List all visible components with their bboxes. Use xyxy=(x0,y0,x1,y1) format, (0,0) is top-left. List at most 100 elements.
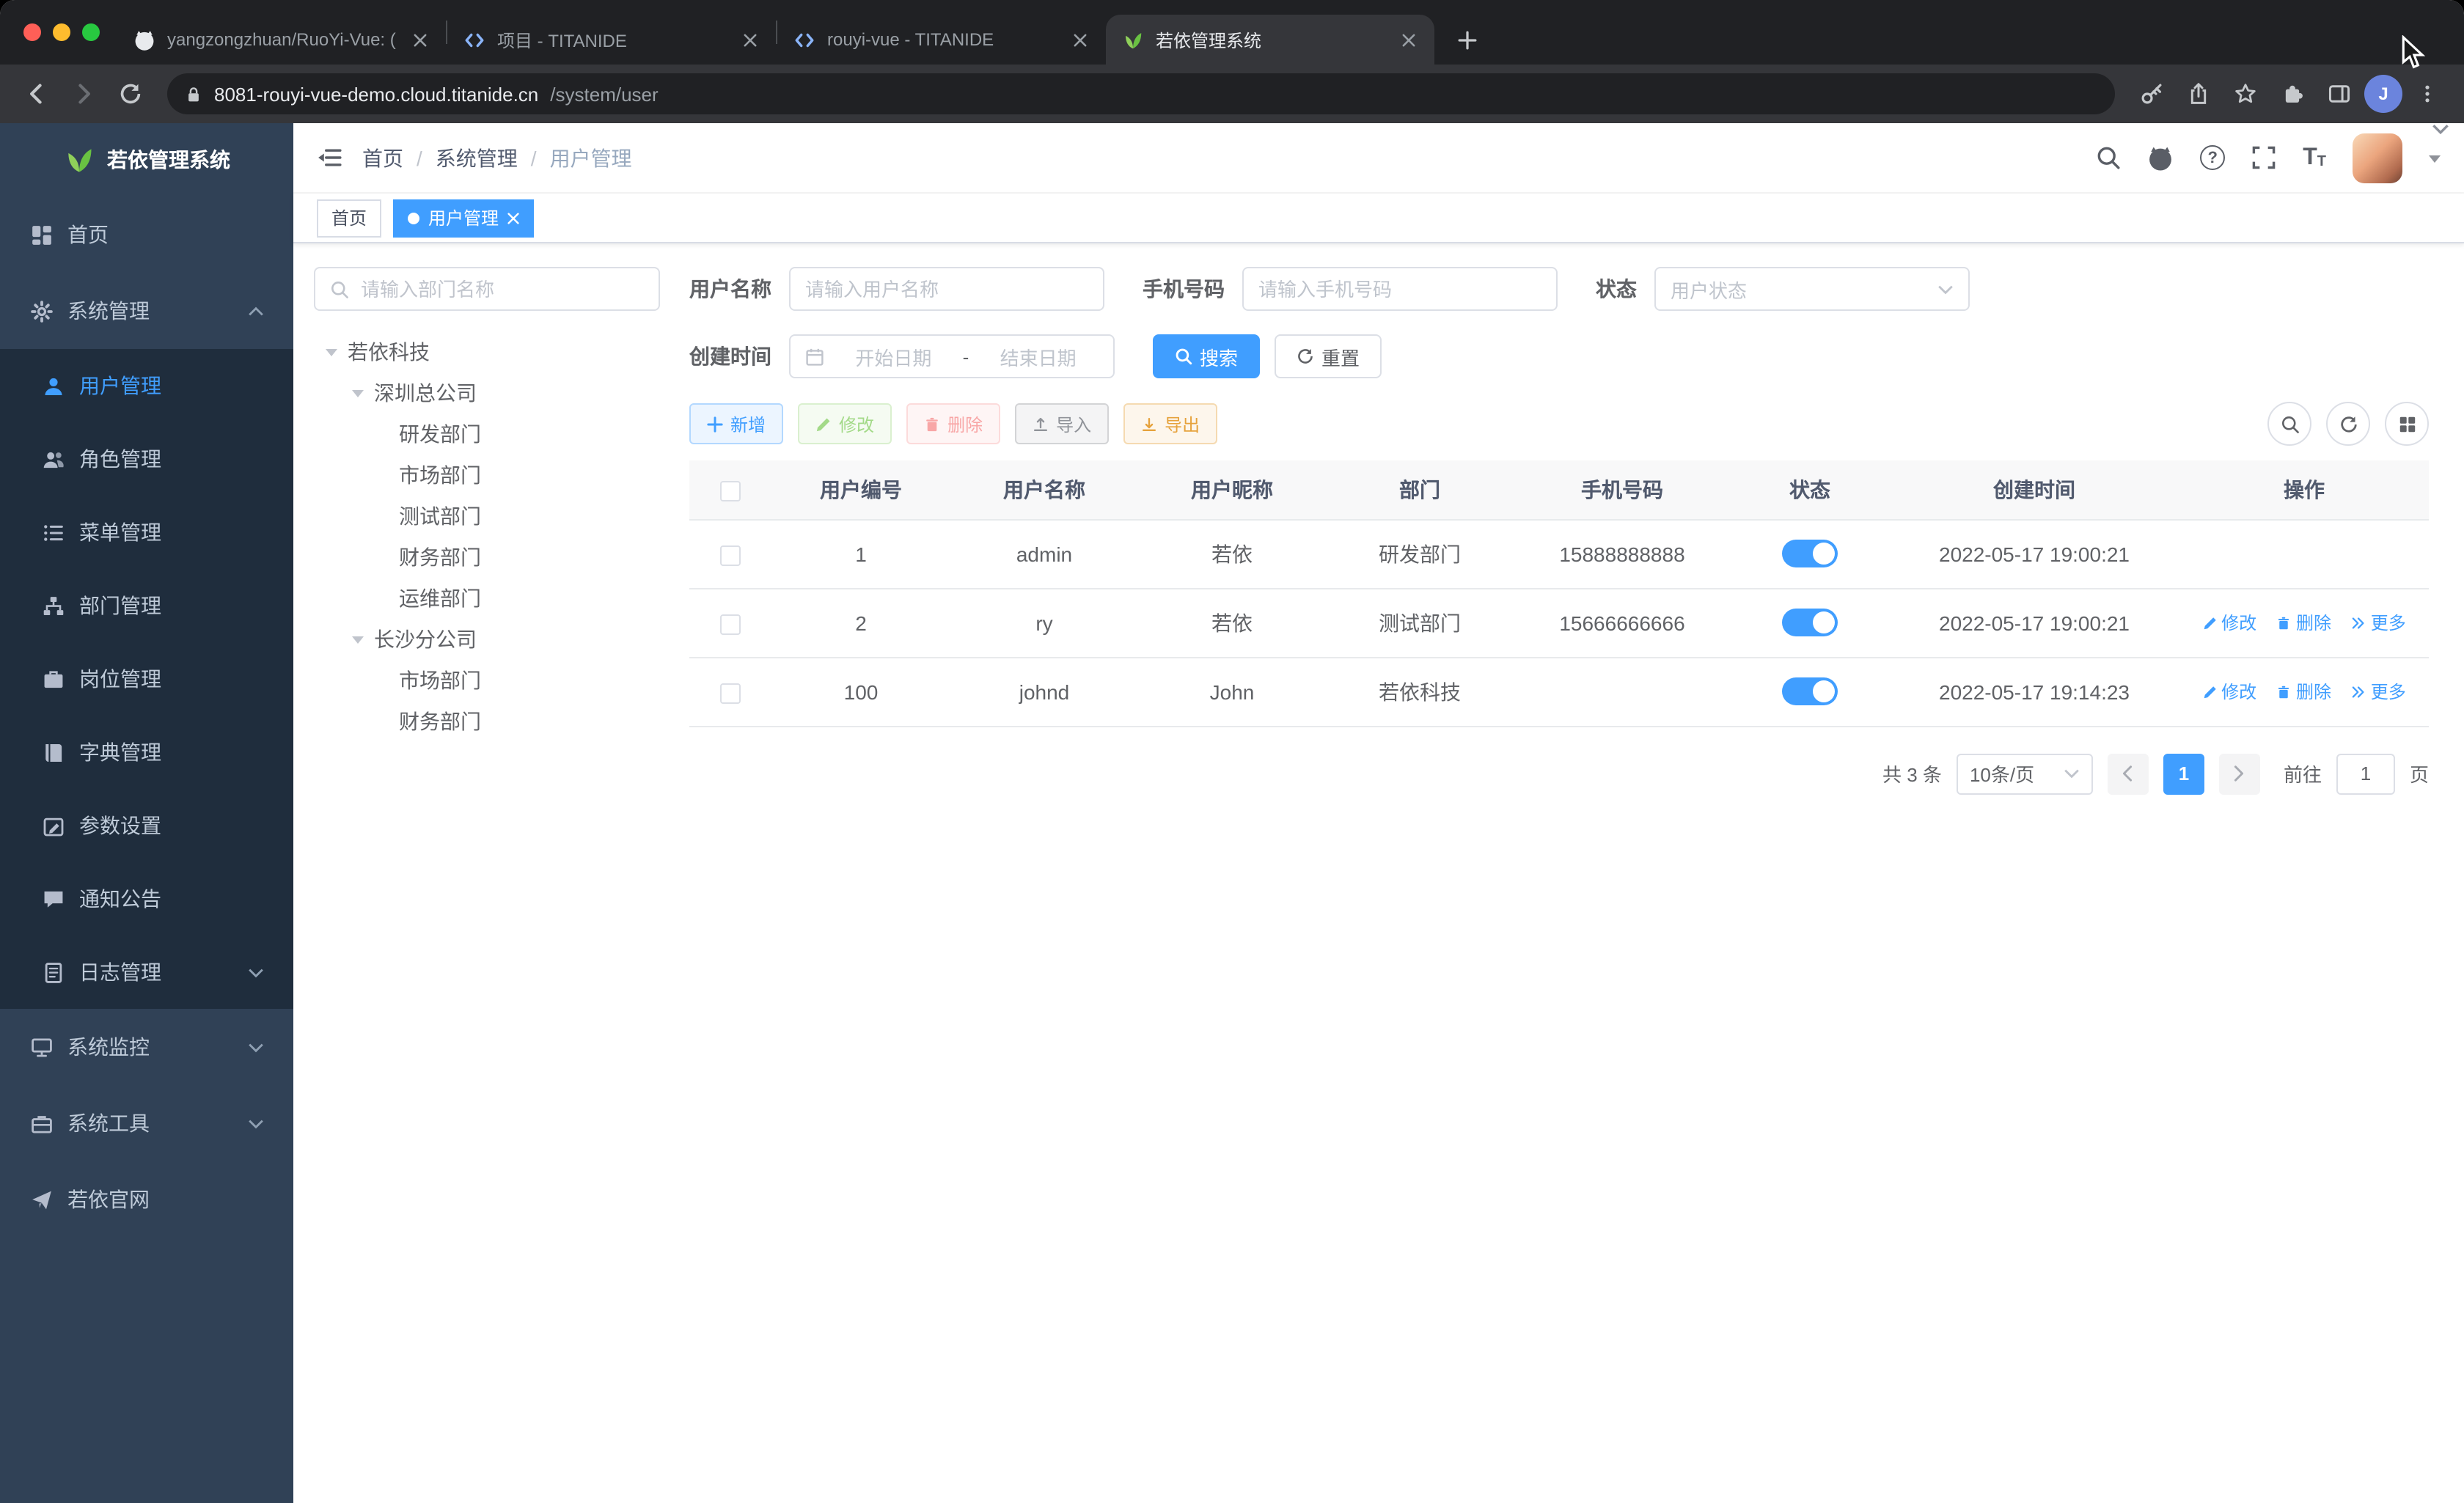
page-number-button[interactable]: 1 xyxy=(2163,753,2204,794)
dept-search-input[interactable] xyxy=(361,278,644,300)
row-checkbox[interactable] xyxy=(720,614,741,635)
row-edit-link[interactable]: 修改 xyxy=(2202,679,2256,704)
username-input[interactable] xyxy=(805,278,1088,300)
tree-node-leaf[interactable]: 市场部门 xyxy=(314,660,660,701)
refresh-icon[interactable] xyxy=(2326,402,2370,446)
sidebar-item-log-mgmt[interactable]: 日志管理 xyxy=(0,936,293,1009)
add-button[interactable]: 新增 xyxy=(689,403,784,444)
search-button[interactable]: 搜索 xyxy=(1153,334,1261,378)
font-size-icon[interactable]: TT xyxy=(2303,145,2326,169)
phone-input[interactable] xyxy=(1258,278,1541,300)
sidebar-item-post-mgmt[interactable]: 岗位管理 xyxy=(0,642,293,716)
user-icon xyxy=(41,374,65,397)
tree-caret-icon[interactable] xyxy=(352,390,364,403)
back-icon[interactable] xyxy=(15,72,59,116)
avatar-caret-icon[interactable] xyxy=(2429,155,2441,168)
browser-menu-icon[interactable] xyxy=(2405,72,2449,116)
delete-button[interactable]: 删除 xyxy=(906,403,1001,444)
browser-tab-github[interactable]: yangzongzhuan/RuoYi-Vue: (R xyxy=(117,15,446,65)
tab-close-icon[interactable] xyxy=(408,28,431,51)
select-all-checkbox[interactable] xyxy=(720,480,741,501)
goto-page-input[interactable] xyxy=(2336,753,2395,794)
sidebar-item-notice[interactable]: 通知公告 xyxy=(0,862,293,936)
reset-button[interactable]: 重置 xyxy=(1275,334,1382,378)
status-toggle[interactable] xyxy=(1782,609,1838,636)
breadcrumb-item-home[interactable]: 首页 xyxy=(362,143,403,172)
sidebar-item-user-mgmt[interactable]: 用户管理 xyxy=(0,349,293,422)
status-select[interactable]: 用户状态 xyxy=(1654,267,1970,311)
row-delete-link[interactable]: 删除 xyxy=(2277,679,2331,704)
columns-grid-icon[interactable] xyxy=(2385,402,2429,446)
toggle-search-icon[interactable] xyxy=(2267,402,2311,446)
tree-node-leaf[interactable]: 市场部门 xyxy=(314,455,660,496)
tab-close-icon[interactable] xyxy=(738,28,761,51)
date-range-picker[interactable]: 开始日期 - 结束日期 xyxy=(789,334,1115,378)
sidebar-item-monitor[interactable]: 系统监控 xyxy=(0,1009,293,1085)
tab-close-icon[interactable] xyxy=(1068,28,1091,51)
side-panel-icon[interactable] xyxy=(2317,72,2361,116)
tab-close-icon[interactable] xyxy=(1396,28,1420,51)
row-delete-link[interactable]: 删除 xyxy=(2277,610,2331,635)
share-icon[interactable] xyxy=(2177,72,2221,116)
breadcrumb-item-system[interactable]: 系统管理 xyxy=(436,143,518,172)
prev-page-button[interactable] xyxy=(2107,753,2149,794)
tree-node-root[interactable]: 若依科技 xyxy=(314,331,660,372)
user-table-panel: 用户名称 手机号码 状态 用户状态 xyxy=(689,267,2429,1503)
minimize-window-button[interactable] xyxy=(53,23,70,41)
sidebar-item-tools[interactable]: 系统工具 xyxy=(0,1085,293,1161)
tree-caret-icon[interactable] xyxy=(352,636,364,650)
browser-tab-rouyi-vue[interactable]: rouyi-vue - TITANIDE xyxy=(777,15,1106,65)
tree-node-branch[interactable]: 长沙分公司 xyxy=(314,619,660,660)
passwords-key-icon[interactable] xyxy=(2130,72,2174,116)
user-avatar[interactable] xyxy=(2353,133,2402,183)
bookmark-star-icon[interactable] xyxy=(2223,72,2267,116)
tree-node-leaf[interactable]: 财务部门 xyxy=(314,701,660,742)
forward-icon[interactable] xyxy=(62,72,106,116)
sidebar-item-role-mgmt[interactable]: 角色管理 xyxy=(0,422,293,496)
github-icon[interactable] xyxy=(2147,144,2174,171)
browser-profile-avatar[interactable]: J xyxy=(2364,75,2402,113)
help-icon[interactable]: ? xyxy=(2200,145,2226,170)
page-size-select[interactable]: 10条/页 xyxy=(1956,753,2093,794)
tree-node-leaf[interactable]: 测试部门 xyxy=(314,496,660,537)
reload-icon[interactable] xyxy=(109,72,153,116)
sidebar-item-home[interactable]: 首页 xyxy=(0,196,293,273)
tree-node-leaf[interactable]: 研发部门 xyxy=(314,414,660,455)
close-window-button[interactable] xyxy=(23,23,41,41)
status-toggle[interactable] xyxy=(1782,677,1838,705)
row-checkbox[interactable] xyxy=(720,683,741,704)
tree-node-leaf[interactable]: 运维部门 xyxy=(314,578,660,619)
new-tab-button[interactable] xyxy=(1446,19,1487,60)
sidebar-item-dept-mgmt[interactable]: 部门管理 xyxy=(0,569,293,642)
browser-tab-project[interactable]: 项目 - TITANIDE xyxy=(447,15,776,65)
collapse-chevron-icon[interactable] xyxy=(2432,123,2449,135)
sidebar-item-official-site[interactable]: 若依官网 xyxy=(0,1161,293,1238)
row-more-link[interactable]: 更多 xyxy=(2352,610,2406,635)
fullscreen-icon[interactable] xyxy=(2251,145,2276,170)
tag-user-mgmt-active[interactable]: 用户管理 xyxy=(393,199,535,237)
export-button[interactable]: 导出 xyxy=(1123,403,1218,444)
tree-node-branch[interactable]: 深圳总公司 xyxy=(314,372,660,414)
sidebar-item-system[interactable]: 系统管理 xyxy=(0,273,293,349)
tree-caret-icon[interactable] xyxy=(326,349,337,362)
sidebar-item-menu-mgmt[interactable]: 菜单管理 xyxy=(0,496,293,569)
import-button[interactable]: 导入 xyxy=(1015,403,1110,444)
tree-node-leaf[interactable]: 财务部门 xyxy=(314,537,660,578)
sidebar-toggle-icon[interactable] xyxy=(317,147,342,169)
next-page-button[interactable] xyxy=(2218,753,2260,794)
address-bar[interactable]: 8081-rouyi-vue-demo.cloud.titanide.cn/sy… xyxy=(167,73,2115,114)
edit-button[interactable]: 修改 xyxy=(798,403,892,444)
tag-home[interactable]: 首页 xyxy=(317,199,382,237)
sidebar-item-dict-mgmt[interactable]: 字典管理 xyxy=(0,716,293,789)
extensions-puzzle-icon[interactable] xyxy=(2270,72,2314,116)
status-toggle[interactable] xyxy=(1782,540,1838,567)
tag-close-icon[interactable] xyxy=(507,212,519,224)
sidebar-item-param-settings[interactable]: 参数设置 xyxy=(0,789,293,862)
search-icon[interactable] xyxy=(2096,145,2121,170)
app-logo[interactable]: 若依管理系统 xyxy=(0,123,293,196)
browser-tab-ruoyi-active[interactable]: 若依管理系统 xyxy=(1106,15,1434,65)
row-checkbox[interactable] xyxy=(720,545,741,566)
row-edit-link[interactable]: 修改 xyxy=(2202,610,2256,635)
row-more-link[interactable]: 更多 xyxy=(2352,679,2406,704)
zoom-window-button[interactable] xyxy=(82,23,100,41)
